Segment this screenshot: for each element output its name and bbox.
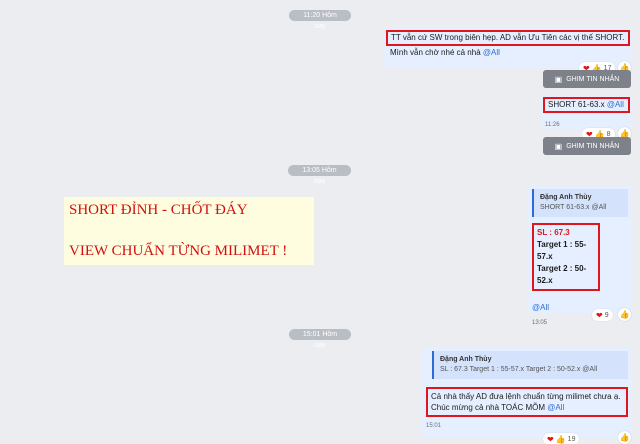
highlight-box: Cả nhà thấy AD đưa lệnh chuẩn từng milim… xyxy=(426,387,628,417)
message-text-line: Mình vẫn chờ nhé cả nhà @All xyxy=(390,48,626,58)
pin-label: GHIM TIN NHẮN xyxy=(566,75,620,83)
quote-author: Đặng Anh Thùy xyxy=(540,194,592,201)
promo-banner: SHORT ĐỈNH - CHỐT ĐÁY VIEW CHUẨN TỪNG MI… xyxy=(64,197,314,265)
reaction-bar[interactable]: ❤ 9 xyxy=(592,309,613,321)
highlight-box: TT vẫn cứ SW trong biên hẹp. AD vẫn Ưu T… xyxy=(386,30,630,46)
target-2-text: Target 2 : 50-52.x xyxy=(537,264,587,285)
pin-icon: ▣ xyxy=(554,141,563,151)
message-timestamp: 15:01 xyxy=(426,423,442,429)
mention-link[interactable]: @All xyxy=(547,403,564,412)
message-bubble[interactable]: Đặng Anh Thùy SHORT 61-63.x @All SL : 67… xyxy=(528,185,632,326)
target-1-text: Target 1 : 55-57.x xyxy=(537,240,587,261)
pin-label: GHIM TIN NHẮN xyxy=(566,142,620,150)
mention-link[interactable]: @All xyxy=(483,48,500,57)
message-text: Cả nhà thấy AD đưa lệnh chuẩn từng milim… xyxy=(431,392,621,401)
promo-line-2: VIEW CHUẨN TỪNG MILIMET ! xyxy=(69,243,288,259)
mention-link[interactable]: @All xyxy=(607,100,624,109)
thumbs-up-icon: 👍 xyxy=(555,434,566,444)
pin-icon: ▣ xyxy=(554,74,563,84)
quote-author: Đặng Anh Thùy xyxy=(440,356,492,363)
quoted-message[interactable]: Đặng Anh Thùy SHORT 61-63.x @All xyxy=(532,189,628,217)
heart-icon: ❤ xyxy=(547,434,554,444)
reaction-count: 19 xyxy=(567,435,576,443)
message-text: Mình vẫn chờ nhé cả nhà xyxy=(390,48,483,57)
heart-icon: ❤ xyxy=(596,310,603,320)
quote-text: SL : 67.3 Target 1 : 55-57.x Target 2 : … xyxy=(440,366,598,373)
promo-line-1: SHORT ĐỈNH - CHỐT ĐÁY xyxy=(69,202,248,218)
quoted-message[interactable]: Đặng Anh Thùy SL : 67.3 Target 1 : 55-57… xyxy=(432,351,628,379)
time-divider: 15:01 Hôm nay xyxy=(289,329,351,349)
highlight-box: SL : 67.3 Target 1 : 55-57.x Target 2 : … xyxy=(532,223,600,291)
message-text: TT vẫn cứ SW trong biên hẹp. AD vẫn Ưu T… xyxy=(391,33,625,42)
highlight-box: SHORT 61-63.x @All xyxy=(543,97,630,113)
reaction-count: 9 xyxy=(604,311,609,319)
message-timestamp: 13:05 xyxy=(532,320,548,326)
message-bubble[interactable]: SHORT 61-63.x @All 11:26 xyxy=(541,95,632,129)
message-bubble[interactable]: Đặng Anh Thùy SL : 67.3 Target 1 : 55-57… xyxy=(422,347,632,437)
time-divider: 11:20 Hôm nay xyxy=(289,10,351,30)
like-icon[interactable]: 👍 xyxy=(618,308,631,321)
pin-message-button[interactable]: ▣ GHIM TIN NHẮN xyxy=(543,137,631,155)
like-icon[interactable]: 👍 xyxy=(618,431,631,444)
stop-loss-text: SL : 67.3 xyxy=(537,228,570,237)
time-divider: 13:05 Hôm nay xyxy=(288,165,351,185)
reaction-bar[interactable]: ❤ 👍 19 xyxy=(543,433,580,444)
message-text: SHORT 61-63.x xyxy=(548,100,607,109)
quote-text: SHORT 61-63.x @All xyxy=(540,204,607,211)
message-text: Chúc mừng cả nhà TOÁC MÕM xyxy=(431,403,548,412)
pin-message-button[interactable]: ▣ GHIM TIN NHẮN xyxy=(543,70,631,88)
mention-link[interactable]: @All xyxy=(532,303,628,313)
